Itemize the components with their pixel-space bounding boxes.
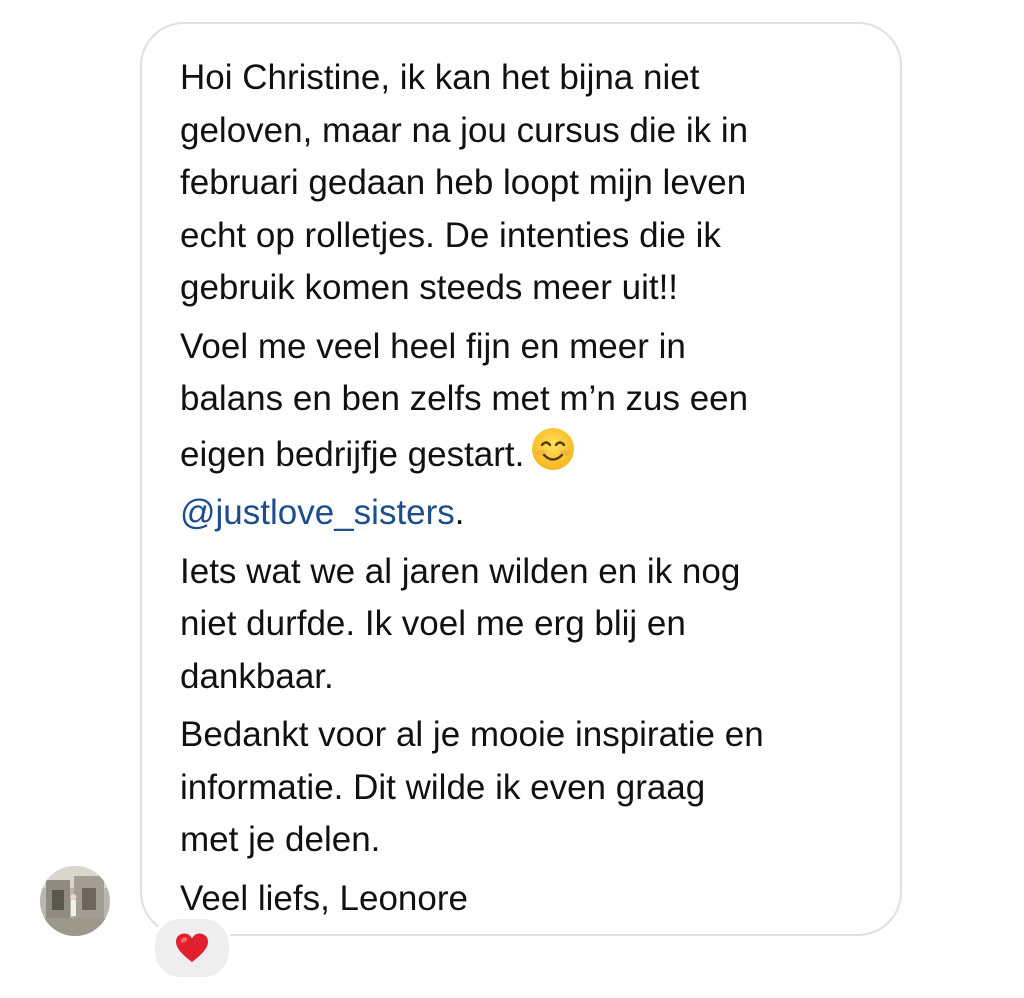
message-line: Veel liefs, Leonore: [180, 878, 468, 918]
message-line: Bedankt voor al je mooie inspiratie en: [180, 715, 764, 754]
message-line: februari gedaan heb loopt mijn leven: [180, 163, 747, 202]
message-line: balans en ben zelfs met m’n zus een: [180, 379, 749, 418]
profile-photo: [40, 866, 110, 936]
message-line: Voel me veel heel fijn en meer in: [180, 326, 686, 366]
sender-avatar[interactable]: [40, 866, 110, 936]
message-line: gebruik komen steeds meer uit!!: [180, 268, 679, 307]
message-line-with-emoji: eigen bedrijfje gestart.: [180, 426, 870, 488]
message-line: informatie. Dit wilde ik even graag: [180, 767, 706, 807]
message-line: geloven, maar na jou cursus die ik in: [180, 110, 749, 150]
heart-reaction[interactable]: [152, 916, 232, 980]
mention-period: .: [454, 493, 465, 532]
message-line: Iets wat we al jaren wilden en ik nog: [180, 551, 741, 591]
red-heart-icon: [176, 933, 208, 962]
message-text: Hoi Christine, ik kan het bijna niet gel…: [180, 52, 870, 925]
message-line: dankbaar.: [180, 656, 334, 696]
message-line: met je delen.: [180, 820, 381, 859]
mention-link[interactable]: @justlove_sisters: [180, 493, 455, 532]
message-line: echt op rolletjes. De intenties die ik: [180, 215, 721, 255]
message-line: niet durfde. Ik voel me erg blij en: [180, 604, 686, 643]
message-line-text: eigen bedrijfje gestart.: [180, 434, 525, 474]
smiling-face-emoji: [530, 426, 576, 488]
message-line-with-mention: @justlove_sisters.: [180, 487, 870, 540]
message-line: Hoi Christine, ik kan het bijna niet: [180, 58, 700, 97]
